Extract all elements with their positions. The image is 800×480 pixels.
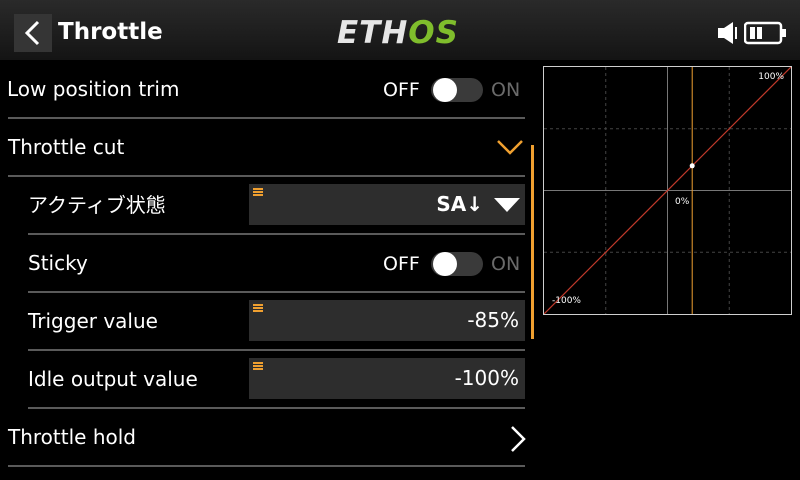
curve-plot [544, 67, 791, 314]
low-position-trim-toggle[interactable]: OFF ON [383, 77, 528, 103]
throttle-cut-label: Throttle cut [8, 135, 125, 159]
trigger-value-value: -85% [467, 308, 519, 332]
throttle-hold-row[interactable]: Throttle hold [0, 408, 530, 466]
chevron-right-icon[interactable] [509, 425, 527, 453]
idle-output-value-label: Idle output value [28, 367, 198, 391]
scrollbar[interactable] [531, 145, 534, 339]
active-condition-value: SA↓ [436, 192, 483, 216]
graph-min-label: -100% [552, 296, 581, 306]
page-title: Throttle [58, 19, 163, 45]
idle-output-value-value: -100% [454, 366, 519, 390]
sticky-label: Sticky [28, 251, 88, 275]
toggle-on-label: ON [491, 253, 521, 275]
throttle-curve-graph: 100% 0% -100% [543, 66, 792, 315]
menu-icon [253, 362, 263, 370]
ethos-logo: ETHOS [337, 15, 459, 51]
battery-icon [744, 21, 786, 45]
menu-icon [253, 304, 263, 312]
trigger-value-label: Trigger value [28, 309, 158, 333]
divider [8, 465, 525, 467]
active-condition-label: アクティブ状態 [28, 193, 166, 217]
chevron-down-icon[interactable] [496, 138, 524, 156]
throttle-hold-label: Throttle hold [8, 425, 136, 449]
dropdown-arrow-icon [494, 198, 520, 212]
trigger-value-field[interactable]: -85% [249, 300, 525, 341]
toggle-on-label: ON [491, 79, 521, 101]
sticky-toggle[interactable]: OFF ON [383, 251, 528, 277]
idle-output-value-field[interactable]: -100% [249, 358, 525, 399]
low-position-trim-row: Low position trim OFF ON [0, 60, 530, 118]
sticky-row: Sticky OFF ON [0, 234, 530, 292]
toggle-off-label: OFF [383, 253, 420, 275]
graph-center-label: 0% [675, 197, 690, 207]
chevron-left-icon [24, 20, 40, 46]
input-position-dot [689, 163, 695, 169]
throttle-cut-row[interactable]: Throttle cut [0, 118, 530, 176]
toggle-off-label: OFF [383, 79, 420, 101]
toggle-knob [433, 78, 457, 102]
back-button[interactable] [14, 14, 52, 52]
menu-icon [253, 188, 263, 196]
active-condition-dropdown[interactable]: SA↓ [249, 184, 525, 225]
graph-max-label: 100% [758, 72, 784, 82]
toggle-knob [433, 252, 457, 276]
header-bar: Throttle ETHOS [0, 0, 800, 60]
speaker-icon[interactable] [716, 21, 740, 45]
low-position-trim-label: Low position trim [7, 77, 180, 101]
